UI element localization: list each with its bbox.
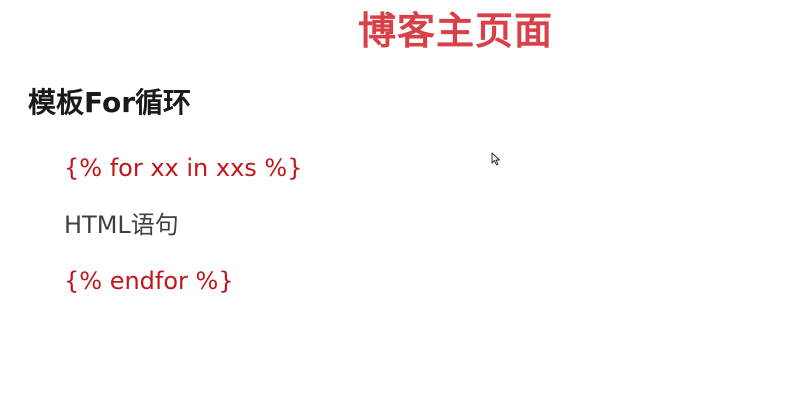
slide: 博客主页面 模板For循环 {% for xx in xxs %} HTML语句… [0,0,801,402]
slide-title: 博客主页面 [358,9,554,53]
mouse-pointer-icon [491,152,500,166]
code-line-html: HTML语句 [64,211,179,239]
code-line-endfor: {% endfor %} [64,267,234,295]
section-heading: 模板For循环 [28,86,192,119]
code-line-for: {% for xx in xxs %} [64,154,303,182]
